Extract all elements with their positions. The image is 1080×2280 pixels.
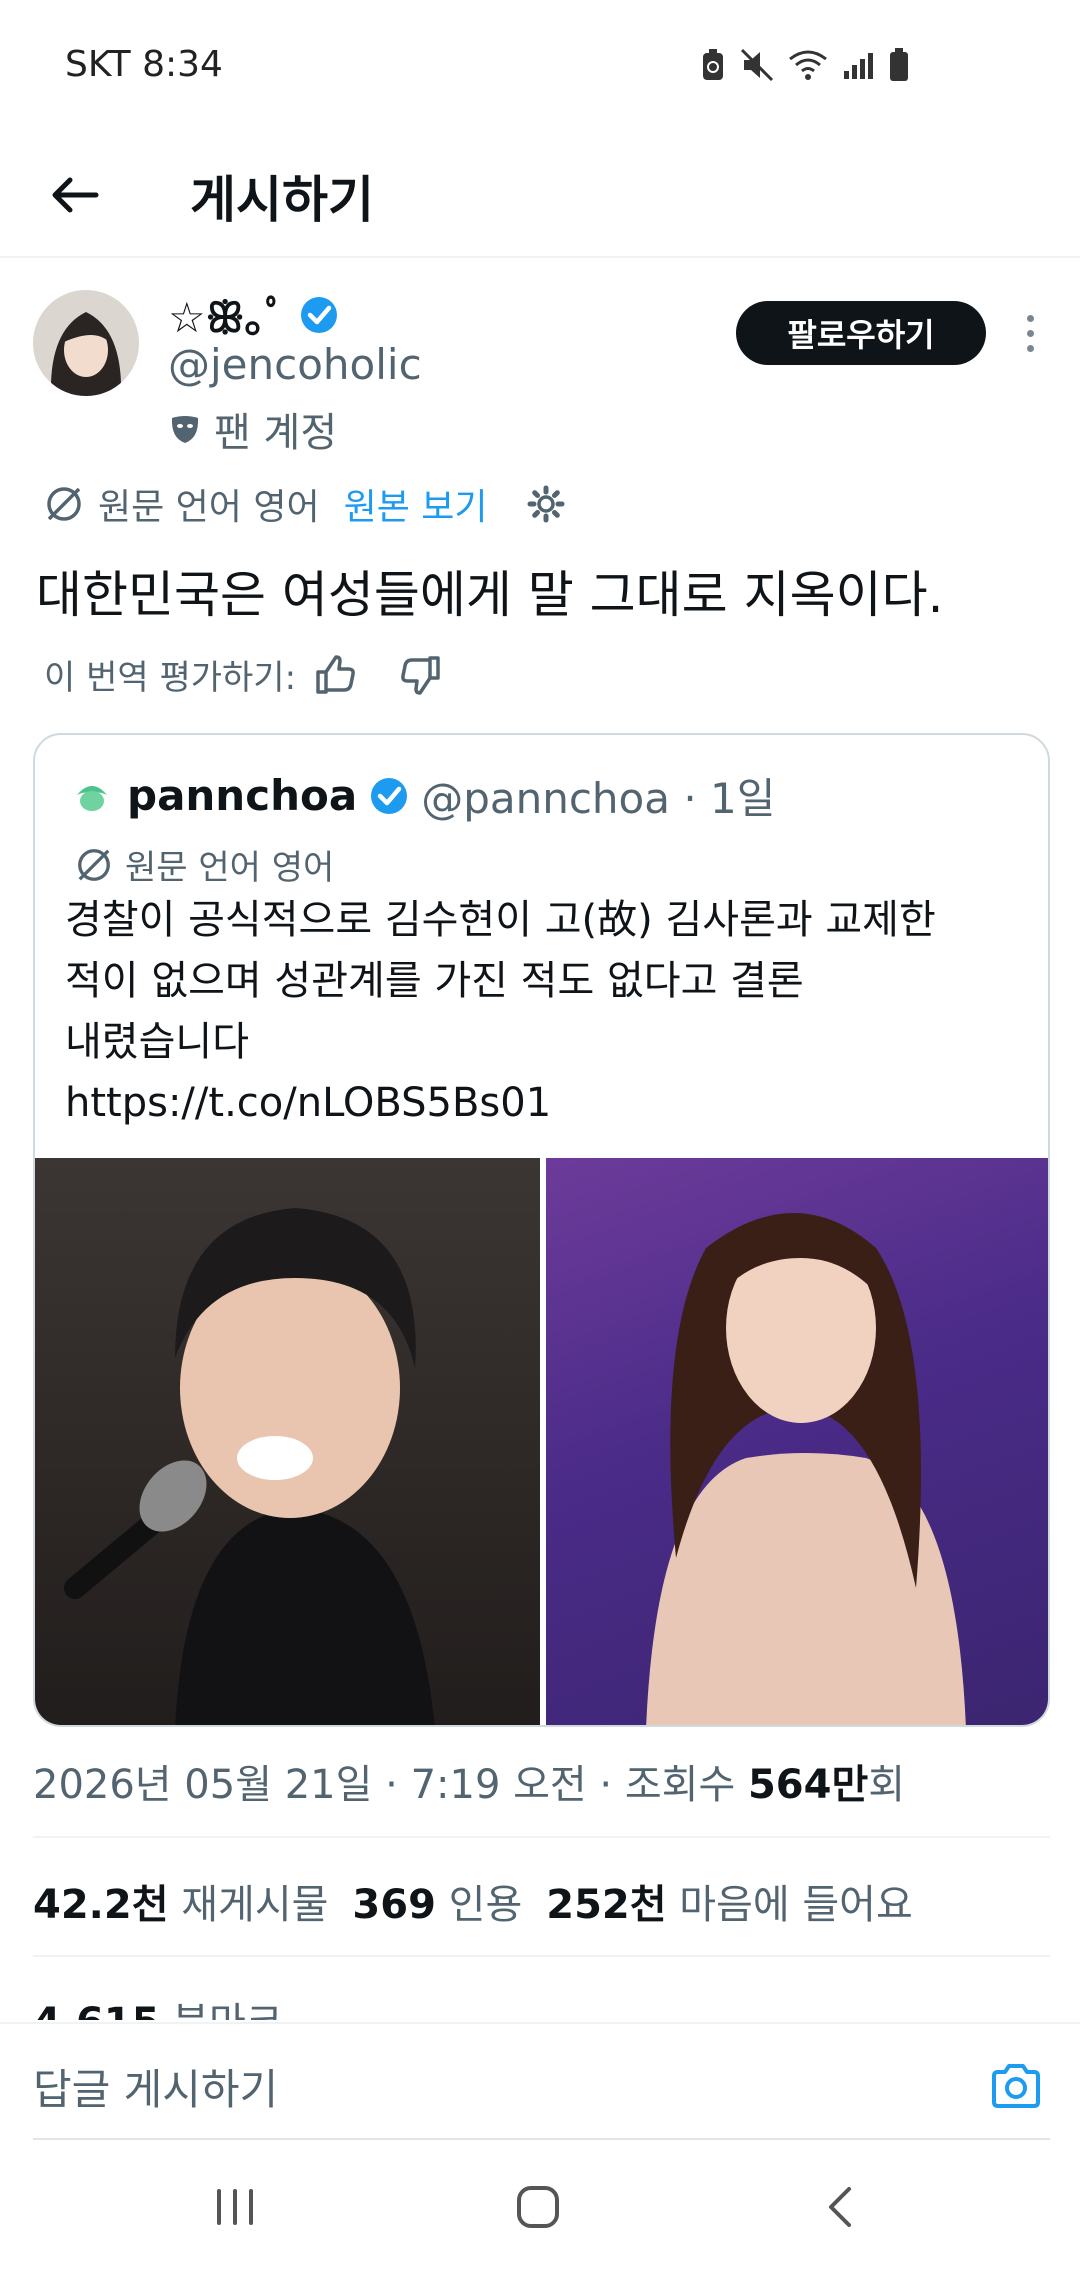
- bookmarks-stat[interactable]: 4,615 북마크: [33, 1990, 283, 2020]
- battery-saver-icon: [703, 49, 723, 80]
- quoted-post-text: 경찰이 공식적으로 김수현이 고(故) 김사론과 교제한 적이 없으며 성관계를…: [65, 890, 1035, 1134]
- views-count: 564만: [747, 1762, 869, 1808]
- camera-icon[interactable]: [990, 2062, 1042, 2110]
- author-name[interactable]: ☆ꕥ｡ﾟ: [168, 284, 339, 345]
- quoted-avatar-icon: [70, 773, 114, 818]
- quoted-post-header: pannchoa @pannchoa · 1일: [69, 765, 775, 826]
- battery-icon: [890, 48, 908, 81]
- photo-man-microphone[interactable]: [35, 1158, 540, 1725]
- recents-button[interactable]: [195, 2172, 275, 2242]
- likes-stat[interactable]: 252천 마음에 들어요: [546, 1872, 913, 1930]
- home-icon: [517, 2186, 559, 2228]
- system-nav-bar: [0, 2142, 1080, 2280]
- home-button[interactable]: [498, 2172, 578, 2242]
- divider: [33, 1836, 1050, 1838]
- page-title: 게시하기: [190, 171, 374, 229]
- back-arrow-icon: [52, 177, 99, 213]
- quotes-stat[interactable]: 369 인용: [352, 1872, 522, 1930]
- divider: [33, 1955, 1050, 1957]
- wifi-icon: [789, 50, 827, 80]
- back-button[interactable]: [40, 160, 110, 230]
- quoted-author-name: pannchoa: [127, 771, 358, 820]
- nav-back-button[interactable]: [800, 2172, 880, 2242]
- status-bar: SKT 8:34: [0, 0, 1080, 130]
- quoted-post-link[interactable]: https://t.co/nLOBS5Bs01: [65, 1073, 1035, 1134]
- fan-account-text: 팬 계정: [214, 410, 338, 456]
- nav-back-icon: [829, 2187, 851, 2227]
- avatar-image: [33, 290, 139, 396]
- post-timestamp-views: 2026년 05월 21일 · 7:19 오전 · 조회수 564만회: [33, 1762, 906, 1808]
- thumbs-up-icon[interactable]: [314, 654, 356, 696]
- recents-icon: [217, 2189, 253, 2225]
- quoted-media: [35, 1158, 1048, 1725]
- gear-icon[interactable]: [526, 484, 566, 524]
- fan-mask-icon: [171, 416, 199, 443]
- reply-input[interactable]: 답글 게시하기: [33, 2056, 278, 2117]
- more-icon: [1026, 314, 1034, 322]
- status-icons: [700, 48, 910, 82]
- display-name-text: ☆ꕥ｡ﾟ: [168, 293, 287, 342]
- reposts-stat[interactable]: 42.2천 재게시물: [33, 1872, 328, 1930]
- verified-badge-icon: [300, 296, 337, 333]
- photo-woman-red-carpet[interactable]: [546, 1158, 1048, 1725]
- reply-underline: [33, 2138, 1050, 2140]
- signal-icon: [844, 53, 873, 79]
- reply-bar: 답글 게시하기: [0, 2022, 1080, 2142]
- show-original-link[interactable]: 원본 보기: [344, 478, 488, 530]
- quoted-translation-note: 원문 언어 영어: [75, 840, 334, 889]
- fan-account-label: 팬 계정: [168, 400, 337, 458]
- translate-icon: [78, 848, 110, 881]
- thumbs-down-icon[interactable]: [400, 654, 442, 696]
- carrier-time: SKT 8:34: [65, 44, 223, 85]
- verified-badge-icon: [371, 777, 408, 814]
- post-text: 대한민국은 여성들에게 말 그대로 지옥이다.: [36, 566, 944, 624]
- engagement-stats: 42.2천 재게시물 369 인용 252천 마음에 들어요: [33, 1872, 913, 1930]
- follow-button[interactable]: 팔로우하기: [736, 301, 986, 365]
- translation-bar: 원문 언어 영어 원본 보기: [44, 478, 566, 530]
- author-handle[interactable]: @jencoholic: [168, 340, 422, 389]
- translation-note: 원문 언어 영어: [98, 487, 320, 528]
- avatar[interactable]: [33, 290, 139, 396]
- mute-icon: [740, 48, 774, 82]
- rate-translation-label: 이 번역 평가하기:: [44, 658, 297, 698]
- quoted-post[interactable]: pannchoa @pannchoa · 1일 원문 언어 영어 경찰이 공식적…: [33, 733, 1050, 1727]
- translate-icon: [47, 487, 81, 521]
- top-app-bar: 게시하기: [0, 130, 1080, 258]
- quoted-handle-time: @pannchoa · 1일: [421, 774, 776, 823]
- more-options-button[interactable]: [1010, 308, 1050, 358]
- rate-translation: 이 번역 평가하기:: [44, 650, 442, 699]
